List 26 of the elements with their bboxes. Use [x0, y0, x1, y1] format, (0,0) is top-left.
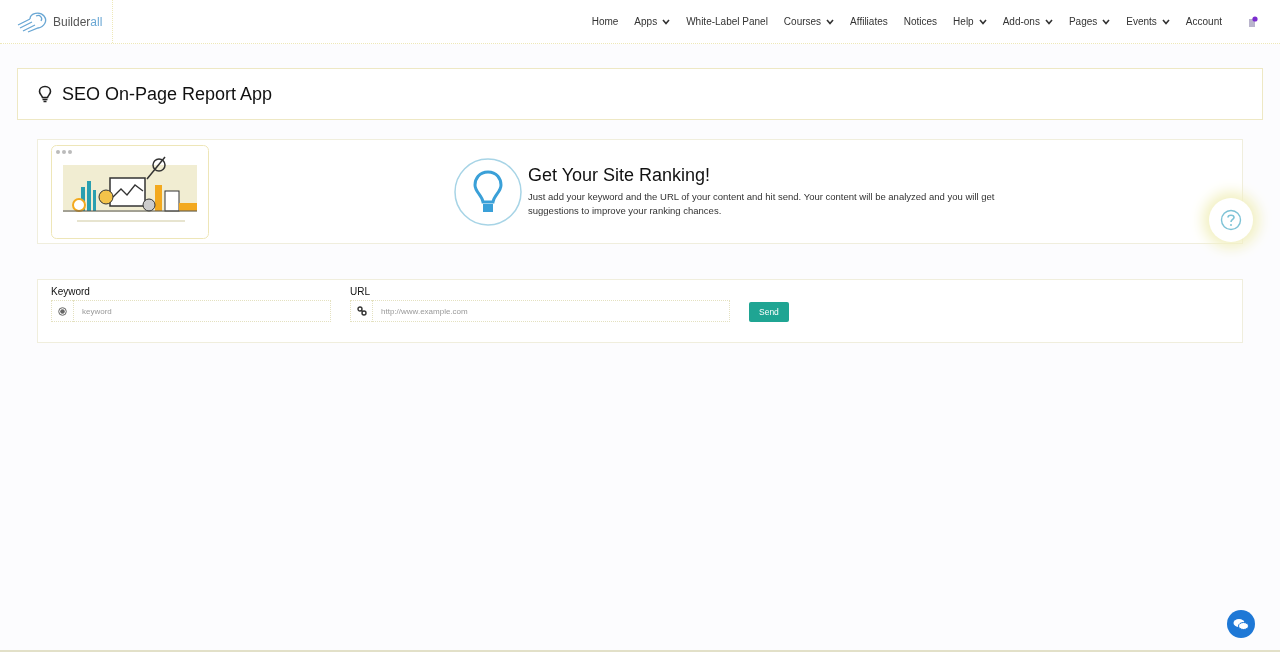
lightbulb-icon: [454, 157, 522, 226]
url-input[interactable]: http://www.example.com: [372, 300, 730, 322]
nav-link[interactable]: Help: [945, 16, 995, 27]
field-label: URL: [350, 286, 371, 297]
intro-description: Just add your keyword and the URL of your content and hit send. Your content will be analyzed and you will get suggestions to improve your ranking chances.: [528, 190, 996, 218]
chat-bubbles-icon: [1233, 617, 1249, 631]
page-title: SEO On-Page Report App: [62, 83, 273, 105]
keyword-input[interactable]: keyword: [73, 300, 331, 322]
question-mark-icon: [1220, 209, 1242, 231]
logo-text: Builderall: [53, 14, 103, 29]
notification-icon[interactable]: [1248, 15, 1258, 28]
nav-link[interactable]: Home: [583, 16, 627, 27]
nav-link[interactable]: Pages: [1060, 16, 1119, 27]
intro-heading: Get Your Site Ranking!: [528, 165, 712, 186]
nav-link[interactable]: Apps: [626, 16, 679, 27]
nav-link[interactable]: Notices: [895, 16, 946, 27]
nav-link[interactable]: Courses: [775, 16, 843, 27]
nav-link[interactable]: White-Label Panel: [678, 16, 776, 27]
nav-link[interactable]: Add-ons: [994, 16, 1061, 27]
field-label: Keyword: [51, 286, 91, 297]
chat-button[interactable]: [1227, 610, 1255, 638]
nav-link[interactable]: Events: [1118, 16, 1178, 27]
nav-link[interactable]: Affiliates: [842, 16, 896, 27]
lightbulb-icon: [38, 85, 52, 103]
logo[interactable]: Builderall: [0, 0, 113, 43]
nav-link[interactable]: Account: [1177, 16, 1230, 27]
